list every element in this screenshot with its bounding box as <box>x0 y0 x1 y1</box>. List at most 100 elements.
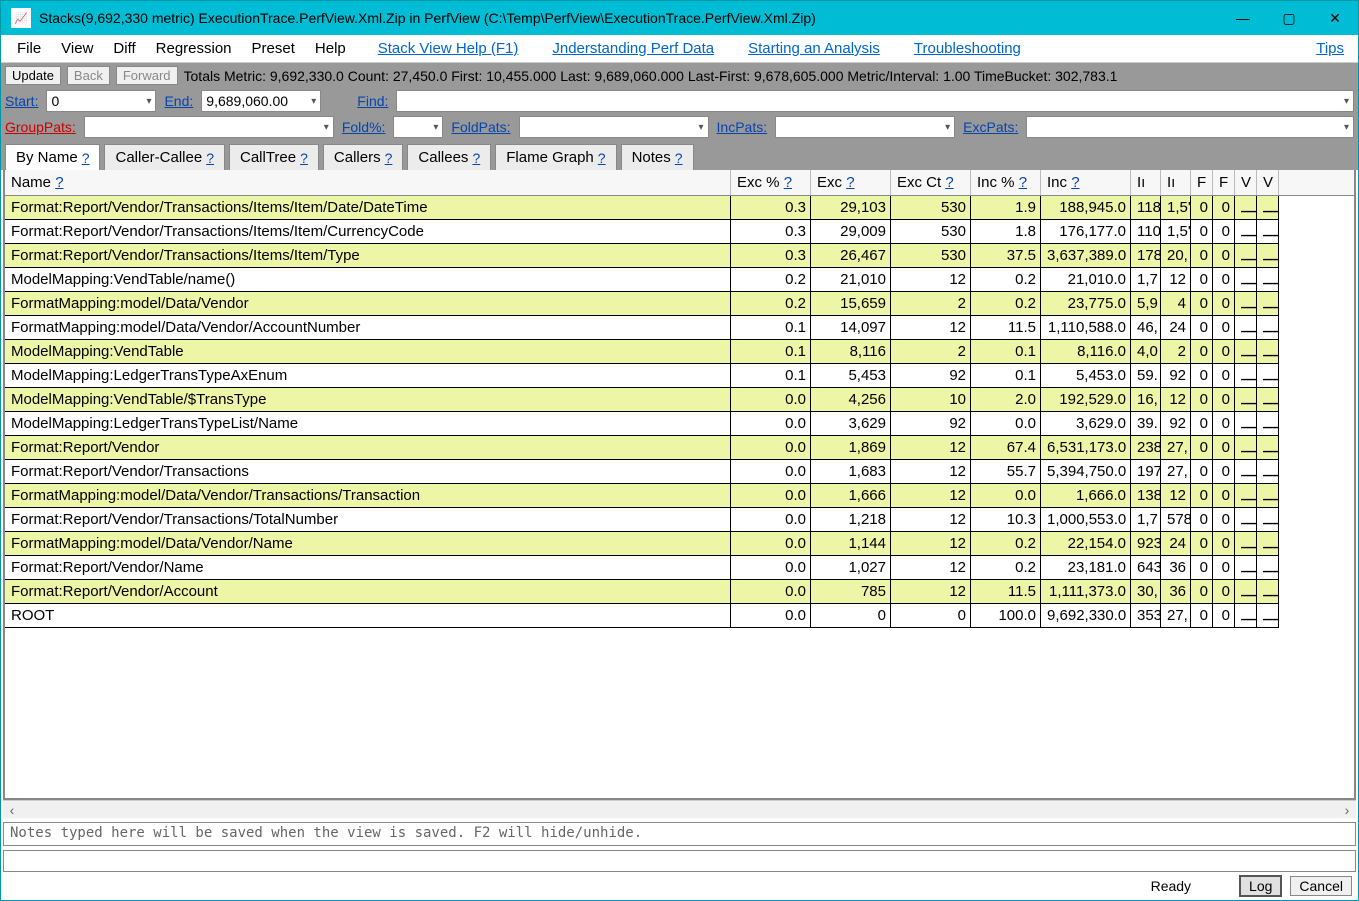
tab-callers[interactable]: Callers? <box>323 144 403 170</box>
cell-inc: 1,111,373.0 <box>1041 580 1131 604</box>
table-row[interactable]: Format:Report/Vendor/Transactions/Items/… <box>5 244 1354 268</box>
maximize-button[interactable]: ▢ <box>1266 1 1312 35</box>
table-row[interactable]: Format:Report/Vendor/Account0.07851211.5… <box>5 580 1354 604</box>
table-row[interactable]: FormatMapping:model/Data/Vendor/AccountN… <box>5 316 1354 340</box>
table-row[interactable]: Format:Report/Vendor0.01,8691267.46,531,… <box>5 436 1354 460</box>
tab-callees[interactable]: Callees? <box>407 144 491 170</box>
tab-by-name[interactable]: By Name? <box>5 144 100 170</box>
table-row[interactable]: ModelMapping:VendTable/$TransType0.04,25… <box>5 388 1354 412</box>
foldpats-label[interactable]: FoldPats: <box>451 119 510 135</box>
excpats-input[interactable]: ▾ <box>1026 116 1354 138</box>
table-row[interactable]: FormatMapping:model/Data/Vendor/Transact… <box>5 484 1354 508</box>
col-exc-ct[interactable]: Exc Ct ? <box>891 170 971 195</box>
cell-excp: 0.3 <box>731 244 811 268</box>
cell-excp: 0.1 <box>731 364 811 388</box>
horizontal-scrollbar[interactable]: ‹ › <box>3 800 1356 818</box>
cell-incp: 11.5 <box>971 580 1041 604</box>
tab-notes[interactable]: Notes? <box>621 144 694 170</box>
table-row[interactable]: ROOT0.000100.09,692,330.035327,00 <box>5 604 1354 628</box>
cell-incp: 0.1 <box>971 364 1041 388</box>
find-input[interactable]: ▾ <box>396 90 1354 112</box>
menu-view[interactable]: View <box>51 37 103 60</box>
col-extra-1[interactable]: Iı <box>1131 170 1161 195</box>
cell-excct: 530 <box>891 196 971 220</box>
cell-c3: 0 <box>1191 508 1213 532</box>
table-row[interactable]: ModelMapping:VendTable/name()0.221,01012… <box>5 268 1354 292</box>
col-exc[interactable]: Exc ? <box>811 170 891 195</box>
cell-sparkline <box>1235 484 1257 508</box>
scroll-right-icon[interactable]: › <box>1338 801 1356 819</box>
log-button[interactable]: Log <box>1239 875 1282 897</box>
cell-c2: 27, <box>1161 604 1191 628</box>
tab-flame-graph[interactable]: Flame Graph? <box>495 144 616 170</box>
link-tips[interactable]: Tips <box>1308 37 1352 60</box>
col-extra-4[interactable]: F <box>1213 170 1235 195</box>
excpats-label[interactable]: ExcPats: <box>963 119 1018 135</box>
cell-sparkline <box>1257 580 1279 604</box>
link-understanding-perf-data[interactable]: Jnderstanding Perf Data <box>544 37 722 60</box>
cell-sparkline <box>1235 292 1257 316</box>
cell-sparkline <box>1235 604 1257 628</box>
cell-c4: 0 <box>1213 508 1235 532</box>
col-extra-3[interactable]: F <box>1191 170 1213 195</box>
foldpct-input[interactable]: ▾ <box>393 116 443 138</box>
tab-caller-callee[interactable]: Caller-Callee? <box>104 144 225 170</box>
totals-stats: Totals Metric: 9,692,330.0 Count: 27,450… <box>184 68 1118 84</box>
notes-textbox[interactable]: Notes typed here will be saved when the … <box>3 822 1356 846</box>
col-exc-pct[interactable]: Exc % ? <box>731 170 811 195</box>
col-extra-2[interactable]: Iı <box>1161 170 1191 195</box>
col-inc-pct[interactable]: Inc % ? <box>971 170 1041 195</box>
col-inc[interactable]: Inc ? <box>1041 170 1131 195</box>
forward-button[interactable]: Forward <box>116 66 178 85</box>
link-stack-view-help[interactable]: Stack View Help (F1) <box>370 37 527 60</box>
incpats-label[interactable]: IncPats: <box>717 119 768 135</box>
table-row[interactable]: ModelMapping:VendTable0.18,11620.18,116.… <box>5 340 1354 364</box>
cell-c4: 0 <box>1213 364 1235 388</box>
menu-file[interactable]: File <box>7 37 51 60</box>
foldpats-input[interactable]: ▾ <box>519 116 709 138</box>
table-row[interactable]: Format:Report/Vendor/Transactions0.01,68… <box>5 460 1354 484</box>
table-row[interactable]: ModelMapping:LedgerTransTypeAxEnum0.15,4… <box>5 364 1354 388</box>
table-row[interactable]: Format:Report/Vendor/Transactions/TotalN… <box>5 508 1354 532</box>
back-button[interactable]: Back <box>67 66 110 85</box>
update-button[interactable]: Update <box>5 66 61 85</box>
incpats-input[interactable]: ▾ <box>775 116 955 138</box>
table-row[interactable]: Format:Report/Vendor/Name0.01,027120.223… <box>5 556 1354 580</box>
menu-diff[interactable]: Diff <box>103 37 145 60</box>
scroll-left-icon[interactable]: ‹ <box>3 801 21 819</box>
menu-preset[interactable]: Preset <box>242 37 305 60</box>
start-label[interactable]: Start: <box>5 93 38 109</box>
minimize-button[interactable]: — <box>1220 1 1266 35</box>
menu-help[interactable]: Help <box>305 37 356 60</box>
cell-sparkline <box>1235 436 1257 460</box>
start-input[interactable]: 0▾ <box>46 90 156 112</box>
grid-body[interactable]: Format:Report/Vendor/Transactions/Items/… <box>5 196 1354 798</box>
grouppats-input[interactable]: ▾ <box>84 116 334 138</box>
cell-inc: 188,945.0 <box>1041 196 1131 220</box>
link-troubleshooting[interactable]: Troubleshooting <box>906 37 1029 60</box>
find-label[interactable]: Find: <box>357 93 388 109</box>
col-extra-5[interactable]: V <box>1235 170 1257 195</box>
table-row[interactable]: Format:Report/Vendor/Transactions/Items/… <box>5 196 1354 220</box>
foldpct-label[interactable]: Fold%: <box>342 119 386 135</box>
menu-regression[interactable]: Regression <box>146 37 242 60</box>
cell-c4: 0 <box>1213 460 1235 484</box>
end-input[interactable]: 9,689,060.00▾ <box>201 90 321 112</box>
table-row[interactable]: ModelMapping:LedgerTransTypeList/Name0.0… <box>5 412 1354 436</box>
table-row[interactable]: Format:Report/Vendor/Transactions/Items/… <box>5 220 1354 244</box>
end-label[interactable]: End: <box>164 93 193 109</box>
cell-sparkline <box>1235 508 1257 532</box>
link-starting-analysis[interactable]: Starting an Analysis <box>740 37 888 60</box>
col-name[interactable]: Name ? <box>5 170 731 195</box>
close-button[interactable]: ✕ <box>1312 1 1358 35</box>
col-extra-6[interactable]: V <box>1257 170 1279 195</box>
table-row[interactable]: FormatMapping:model/Data/Vendor/Name0.01… <box>5 532 1354 556</box>
cell-sparkline <box>1257 196 1279 220</box>
tab-calltree[interactable]: CallTree? <box>229 144 319 170</box>
grouppats-label[interactable]: GroupPats: <box>5 119 76 135</box>
cancel-button[interactable]: Cancel <box>1290 876 1352 896</box>
cell-sparkline <box>1235 556 1257 580</box>
command-textbox[interactable] <box>3 850 1356 872</box>
table-row[interactable]: FormatMapping:model/Data/Vendor0.215,659… <box>5 292 1354 316</box>
cell-name: Format:Report/Vendor/Name <box>5 556 731 580</box>
